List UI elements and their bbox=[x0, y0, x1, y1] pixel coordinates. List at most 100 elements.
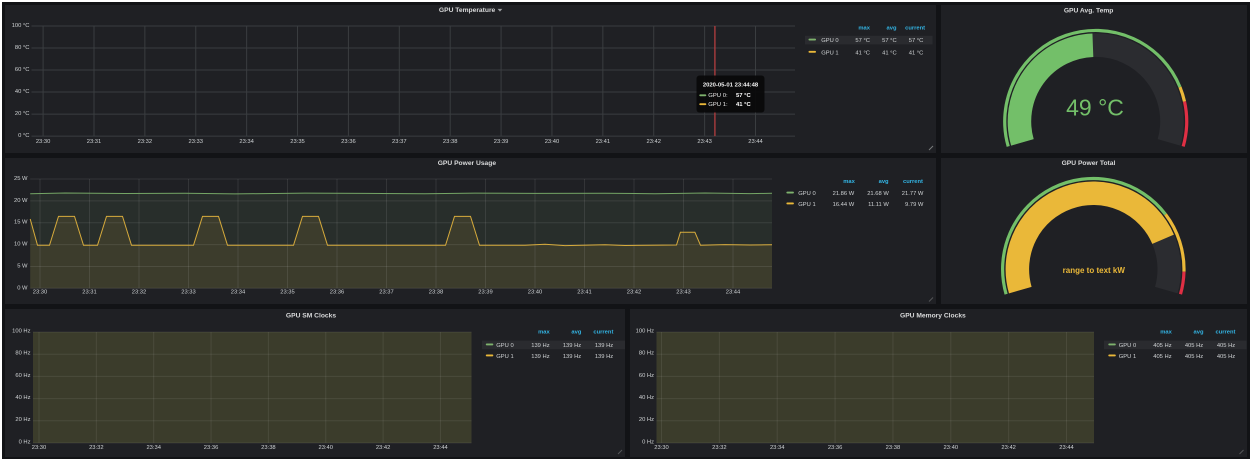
svg-text:139 Hz: 139 Hz bbox=[595, 342, 613, 348]
svg-text:23:40: 23:40 bbox=[528, 289, 543, 295]
svg-text:405 Hz: 405 Hz bbox=[1217, 353, 1235, 359]
svg-text:21.77 W: 21.77 W bbox=[902, 191, 924, 197]
svg-text:60 Hz: 60 Hz bbox=[15, 372, 30, 378]
svg-text:100 Hz: 100 Hz bbox=[12, 328, 30, 334]
svg-text:41 °C: 41 °C bbox=[909, 50, 924, 56]
svg-text:23:35: 23:35 bbox=[290, 139, 305, 145]
svg-text:20 Hz: 20 Hz bbox=[639, 417, 654, 423]
svg-text:23:44: 23:44 bbox=[726, 289, 741, 295]
svg-text:GPU 0: GPU 0 bbox=[821, 38, 838, 44]
svg-text:23:36: 23:36 bbox=[330, 289, 345, 295]
svg-text:23:38: 23:38 bbox=[261, 444, 276, 450]
svg-text:139 Hz: 139 Hz bbox=[531, 353, 549, 359]
svg-text:23:38: 23:38 bbox=[886, 444, 901, 450]
svg-text:23:34: 23:34 bbox=[146, 444, 161, 450]
svg-text:current: current bbox=[1216, 329, 1236, 335]
svg-text:GPU Power Total: GPU Power Total bbox=[1061, 160, 1115, 167]
svg-text:current: current bbox=[905, 26, 925, 32]
svg-text:max: max bbox=[858, 26, 870, 32]
svg-text:23:33: 23:33 bbox=[181, 289, 196, 295]
svg-text:23:34: 23:34 bbox=[770, 444, 785, 450]
svg-text:23:42: 23:42 bbox=[646, 139, 661, 145]
svg-text:23:41: 23:41 bbox=[577, 289, 592, 295]
svg-text:0 Hz: 0 Hz bbox=[19, 439, 31, 445]
svg-text:23:44: 23:44 bbox=[433, 444, 448, 450]
svg-text:23:30: 23:30 bbox=[36, 139, 51, 145]
svg-text:139 Hz: 139 Hz bbox=[595, 353, 613, 359]
svg-text:23:40: 23:40 bbox=[944, 444, 959, 450]
svg-text:GPU 1: GPU 1 bbox=[821, 50, 838, 56]
svg-text:23:30: 23:30 bbox=[654, 444, 669, 450]
svg-text:current: current bbox=[593, 329, 613, 335]
svg-text:GPU 0: GPU 0 bbox=[798, 191, 815, 197]
svg-text:10 W: 10 W bbox=[14, 241, 28, 247]
svg-text:23:34: 23:34 bbox=[231, 289, 246, 295]
svg-text:23:44: 23:44 bbox=[1059, 444, 1074, 450]
svg-text:21.86 W: 21.86 W bbox=[833, 191, 855, 197]
svg-text:0 W: 0 W bbox=[17, 285, 28, 291]
svg-text:0 Hz: 0 Hz bbox=[642, 439, 654, 445]
svg-text:23:36: 23:36 bbox=[828, 444, 843, 450]
svg-text:23:44: 23:44 bbox=[748, 139, 763, 145]
svg-text:40 Hz: 40 Hz bbox=[15, 395, 30, 401]
svg-text:41 °C: 41 °C bbox=[882, 50, 897, 56]
svg-text:2020-05-01 23:44:48: 2020-05-01 23:44:48 bbox=[703, 82, 759, 88]
svg-text:80 Hz: 80 Hz bbox=[15, 350, 30, 356]
svg-text:avg: avg bbox=[887, 26, 897, 32]
svg-text:23:34: 23:34 bbox=[239, 139, 254, 145]
svg-text:23:43: 23:43 bbox=[697, 139, 712, 145]
svg-text:11.11 W: 11.11 W bbox=[868, 201, 889, 207]
svg-text:20 Hz: 20 Hz bbox=[15, 417, 30, 423]
svg-text:405 Hz: 405 Hz bbox=[1153, 353, 1171, 359]
svg-text:23:38: 23:38 bbox=[429, 289, 444, 295]
svg-text:23:36: 23:36 bbox=[204, 444, 219, 450]
svg-text:GPU 1:: GPU 1: bbox=[708, 102, 728, 108]
svg-text:23:40: 23:40 bbox=[545, 139, 560, 145]
svg-text:23:31: 23:31 bbox=[82, 289, 97, 295]
svg-text:80 °C: 80 °C bbox=[15, 45, 30, 51]
svg-text:GPU 1: GPU 1 bbox=[1119, 353, 1136, 359]
svg-text:25 W: 25 W bbox=[14, 176, 28, 182]
svg-text:23:40: 23:40 bbox=[318, 444, 333, 450]
svg-text:23:42: 23:42 bbox=[376, 444, 391, 450]
svg-text:100 Hz: 100 Hz bbox=[636, 328, 654, 334]
svg-text:max: max bbox=[1160, 329, 1172, 335]
svg-text:60 °C: 60 °C bbox=[15, 67, 30, 73]
svg-text:23:32: 23:32 bbox=[138, 139, 153, 145]
svg-text:GPU Power Usage: GPU Power Usage bbox=[438, 160, 497, 167]
svg-text:GPU SM Clocks: GPU SM Clocks bbox=[286, 312, 336, 319]
svg-text:max: max bbox=[538, 329, 550, 335]
svg-text:139 Hz: 139 Hz bbox=[563, 353, 581, 359]
svg-text:23:43: 23:43 bbox=[676, 289, 691, 295]
svg-text:57 °C: 57 °C bbox=[882, 38, 897, 44]
svg-text:GPU Avg. Temp: GPU Avg. Temp bbox=[1063, 8, 1113, 15]
svg-text:405 Hz: 405 Hz bbox=[1185, 353, 1203, 359]
svg-text:GPU Memory Clocks: GPU Memory Clocks bbox=[900, 312, 966, 319]
svg-text:40 °C: 40 °C bbox=[15, 89, 30, 95]
svg-text:0 °C: 0 °C bbox=[18, 133, 29, 139]
svg-text:405 Hz: 405 Hz bbox=[1185, 342, 1203, 348]
svg-text:GPU 1: GPU 1 bbox=[798, 201, 815, 207]
svg-text:GPU 0:: GPU 0: bbox=[708, 93, 728, 99]
svg-text:5 W: 5 W bbox=[17, 263, 28, 269]
svg-text:20 W: 20 W bbox=[14, 197, 28, 203]
svg-text:20 °C: 20 °C bbox=[15, 111, 30, 117]
svg-text:max: max bbox=[843, 178, 855, 184]
svg-text:23:30: 23:30 bbox=[33, 289, 48, 295]
svg-text:GPU 1: GPU 1 bbox=[496, 353, 513, 359]
svg-text:23:36: 23:36 bbox=[341, 139, 356, 145]
svg-text:23:35: 23:35 bbox=[280, 289, 295, 295]
svg-text:GPU 0: GPU 0 bbox=[496, 342, 513, 348]
svg-text:23:32: 23:32 bbox=[89, 444, 104, 450]
svg-text:21.68 W: 21.68 W bbox=[867, 191, 889, 197]
svg-text:GPU Temperature: GPU Temperature bbox=[439, 7, 496, 14]
svg-text:23:37: 23:37 bbox=[392, 139, 407, 145]
svg-text:139 Hz: 139 Hz bbox=[563, 342, 581, 348]
svg-text:41 °C: 41 °C bbox=[855, 50, 870, 56]
svg-text:57 °C: 57 °C bbox=[909, 38, 924, 44]
svg-text:avg: avg bbox=[571, 329, 581, 335]
svg-text:23:39: 23:39 bbox=[478, 289, 493, 295]
svg-text:23:32: 23:32 bbox=[132, 289, 147, 295]
svg-text:23:38: 23:38 bbox=[443, 139, 458, 145]
svg-text:GPU 0: GPU 0 bbox=[1119, 342, 1136, 348]
